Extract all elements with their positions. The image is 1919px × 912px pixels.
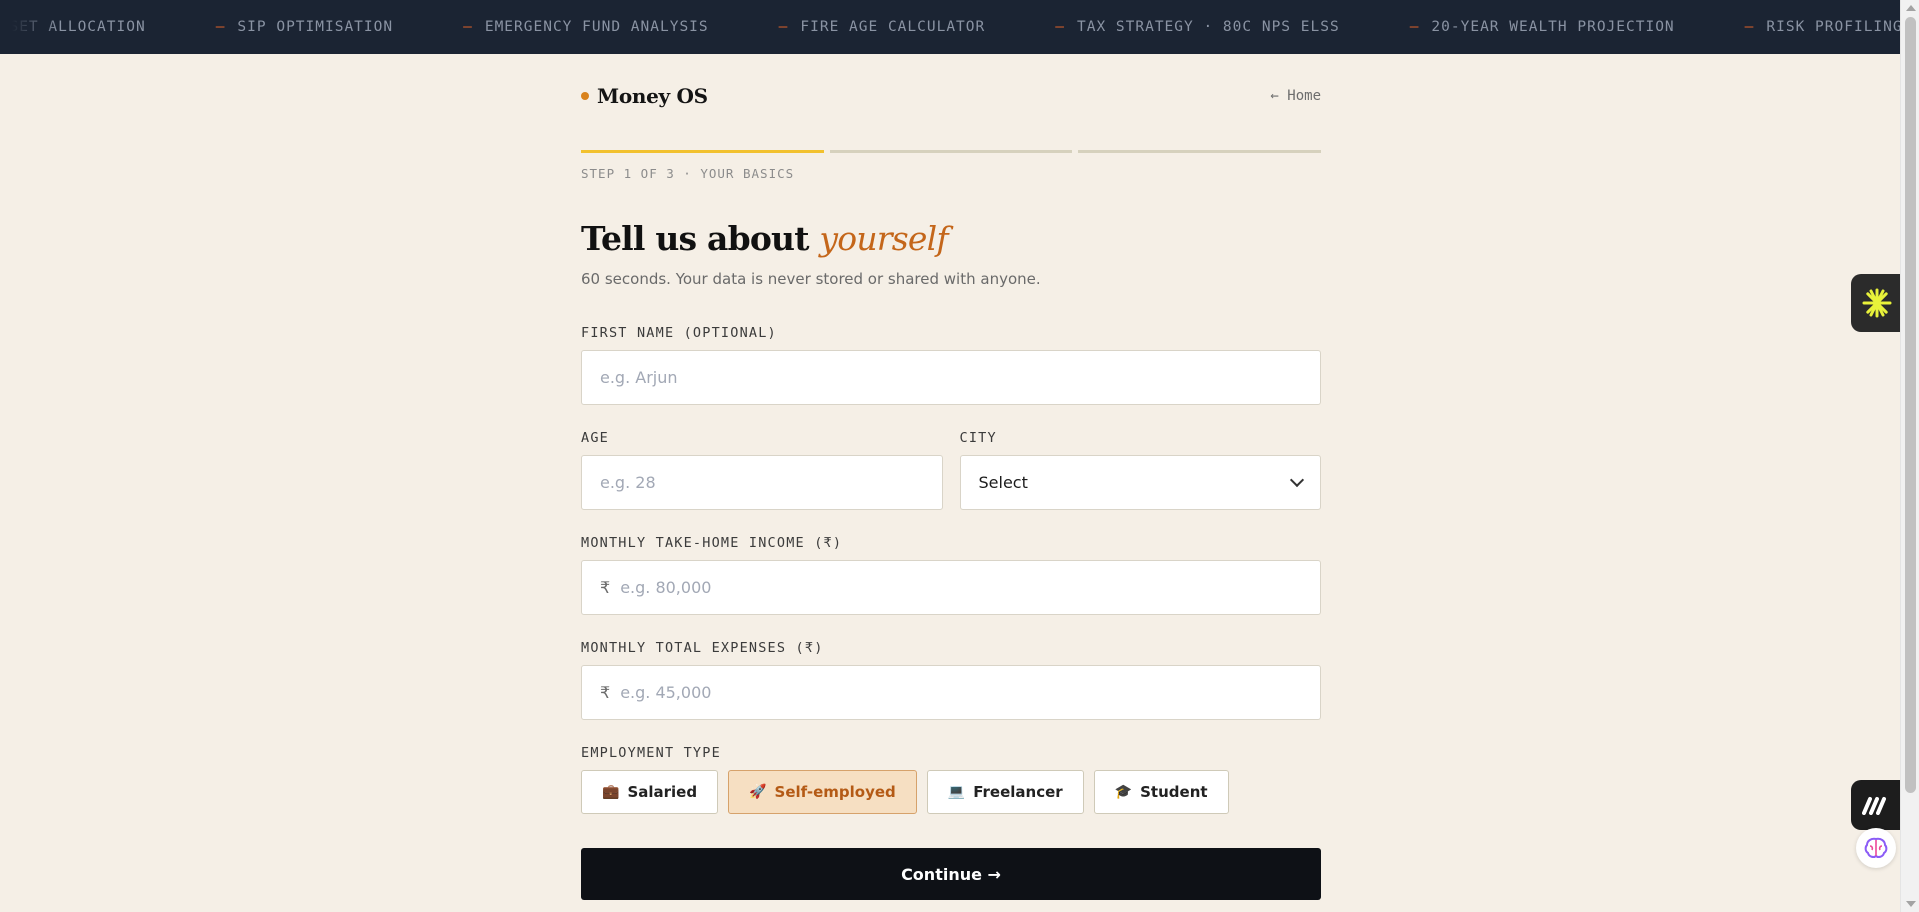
ticker-item: — EMERGENCY FUND ANALYSIS: [463, 19, 709, 35]
ticker-item: — SIP OPTIMISATION: [215, 19, 394, 35]
expenses-group: MONTHLY TOTAL EXPENSES (₹) ₹: [581, 640, 1321, 720]
first-name-input[interactable]: [600, 368, 1302, 387]
scroll-up-arrow-icon[interactable]: [1906, 5, 1916, 11]
continue-button[interactable]: Continue →: [581, 848, 1321, 900]
expenses-label: MONTHLY TOTAL EXPENSES (₹): [581, 640, 824, 656]
laptop-icon: 💻: [947, 784, 966, 800]
scrollbar-thumb[interactable]: [1905, 17, 1916, 793]
employment-option-salaried[interactable]: 💼 Salaried: [581, 770, 719, 814]
age-group: AGE: [581, 430, 943, 510]
monica-m-icon: [1862, 797, 1886, 815]
first-name-group: FIRST NAME (OPTIONAL): [581, 325, 1321, 405]
employment-option-freelancer[interactable]: 💻 Freelancer: [926, 770, 1084, 814]
title-accent: yourself: [819, 219, 948, 258]
ticker-item: — RISK PROFILING: [1744, 19, 1900, 35]
progress-segment-1: [581, 150, 824, 153]
briefcase-icon: 💼: [602, 784, 620, 800]
first-name-label: FIRST NAME (OPTIONAL): [581, 325, 777, 341]
employment-option-student[interactable]: 🎓 Student: [1093, 770, 1229, 814]
employment-options: 💼 Salaried 🚀 Self-employed 💻 Freelancer …: [581, 770, 1321, 814]
chevron-down-icon: [1289, 472, 1305, 488]
rocket-icon: 🚀: [749, 784, 767, 800]
age-city-row: AGE CITY Select: [581, 430, 1321, 510]
employment-group: EMPLOYMENT TYPE 💼 Salaried 🚀 Self-employ…: [581, 745, 1321, 814]
page-subtitle: 60 seconds. Your data is never stored or…: [581, 270, 1041, 288]
age-field[interactable]: [581, 455, 943, 510]
monica-extension-button[interactable]: [1851, 780, 1903, 830]
age-input[interactable]: [600, 473, 924, 492]
employment-label: EMPLOYMENT TYPE: [581, 745, 721, 761]
page-scrollbar[interactable]: [1900, 0, 1919, 912]
onboarding-form: Money OS ← Home STEP 1 OF 3 · YOUR BASIC…: [581, 54, 1322, 900]
city-selected-value: Select: [978, 473, 1028, 492]
top-bar: Money OS ← Home: [581, 54, 1321, 144]
step-progress-bar: [581, 150, 1322, 153]
progress-segment-3: [1078, 150, 1322, 153]
rupee-icon: ₹: [600, 683, 611, 702]
city-select[interactable]: Select: [959, 455, 1321, 510]
ticker-item: — FIRE AGE CALCULATOR: [778, 19, 986, 35]
expenses-input[interactable]: [620, 683, 1302, 702]
first-name-field[interactable]: [581, 350, 1321, 405]
income-input[interactable]: [620, 578, 1302, 597]
claude-extension-button[interactable]: [1851, 274, 1903, 332]
brand-dot-icon: [581, 92, 589, 100]
graduation-cap-icon: 🎓: [1114, 784, 1133, 800]
city-label: CITY: [959, 430, 997, 446]
claude-asterisk-icon: [1862, 288, 1892, 318]
home-link[interactable]: ← Home: [1270, 88, 1321, 104]
brand-name: Money OS: [597, 84, 708, 108]
employment-option-self-employed[interactable]: 🚀 Self-employed: [728, 770, 917, 814]
income-group: MONTHLY TAKE-HOME INCOME (₹) ₹: [581, 535, 1321, 615]
rupee-icon: ₹: [600, 578, 611, 597]
step-label: STEP 1 OF 3 · YOUR BASICS: [581, 166, 795, 181]
expenses-field[interactable]: ₹: [581, 665, 1321, 720]
ai-assistant-button[interactable]: [1856, 828, 1896, 868]
brand-logo[interactable]: Money OS: [581, 84, 708, 108]
page-title: Tell us about yourself: [581, 219, 949, 258]
ticker-item: —20-YEAR WEALTH PROJECTION: [1409, 19, 1675, 35]
feature-ticker: ASSET ALLOCATION — SIP OPTIMISATION — EMER…: [0, 0, 1900, 54]
brain-icon: [1864, 837, 1888, 858]
income-field[interactable]: ₹: [581, 560, 1321, 615]
ticker-fade: [0, 0, 60, 54]
scroll-down-arrow-icon[interactable]: [1906, 901, 1916, 907]
age-label: AGE: [581, 430, 609, 446]
city-group: CITY Select: [959, 430, 1321, 510]
income-label: MONTHLY TAKE-HOME INCOME (₹): [581, 535, 843, 551]
progress-segment-2: [829, 150, 1073, 153]
ticker-item: — TAX STRATEGY · 80C NPS ELSS: [1055, 19, 1340, 35]
